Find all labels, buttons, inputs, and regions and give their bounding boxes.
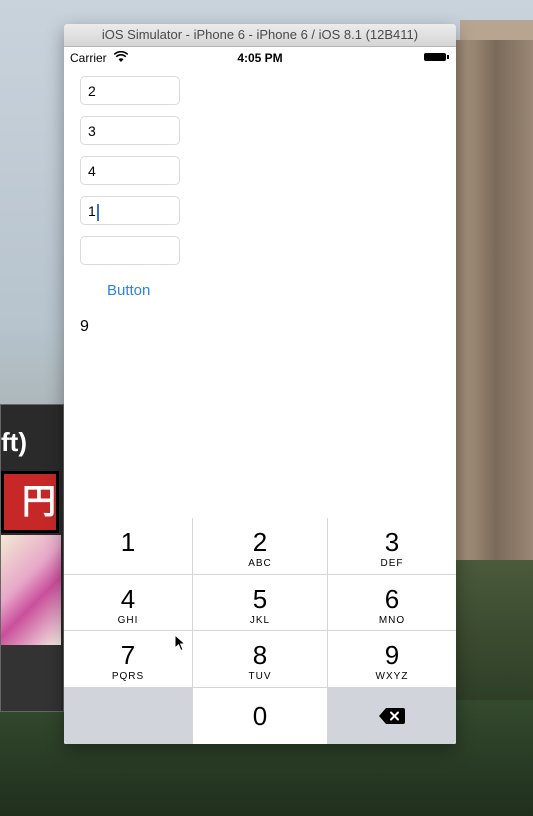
number-field-2-value: 3 (88, 123, 96, 139)
key-7-digit: 7 (120, 640, 136, 670)
delete-key[interactable] (328, 688, 456, 744)
number-keypad: 1 2 ABC 3 DEF 4 GHI 5 JKL 6 MNO 7 PQRS 8 (64, 518, 456, 744)
key-5-letters: JKL (249, 615, 271, 626)
key-5[interactable]: 5 JKL (193, 575, 328, 631)
background-window-text: ft) (1, 427, 27, 457)
key-8-letters: TUV (248, 671, 272, 682)
key-8[interactable]: 8 TUV (193, 631, 328, 688)
key-2-digit: 2 (252, 527, 268, 557)
key-0[interactable]: 0 (193, 688, 328, 744)
calculate-button[interactable]: Button (107, 282, 150, 299)
key-0-digit: 0 (252, 701, 268, 731)
backspace-icon (379, 708, 405, 724)
key-1[interactable]: 1 (64, 518, 193, 575)
key-1-digit: 1 (120, 527, 136, 557)
number-field-3[interactable]: 4 (80, 156, 180, 185)
number-field-4-value: 1 (88, 203, 96, 219)
key-9-letters: WXYZ (375, 671, 409, 682)
key-3-letters: DEF (380, 558, 404, 569)
key-6-digit: 6 (384, 584, 400, 614)
key-7-letters: PQRS (111, 671, 145, 682)
status-time: 4:05 PM (237, 51, 283, 65)
key-blank (64, 688, 193, 744)
result-label: 9 (80, 318, 89, 335)
background-window-sign: 円 (1, 471, 59, 533)
background-app-window[interactable]: ft) 円 (0, 404, 64, 712)
key-8-digit: 8 (252, 640, 268, 670)
battery-icon (424, 53, 449, 61)
key-3-digit: 3 (384, 527, 400, 557)
number-field-4[interactable]: 1 (80, 196, 180, 225)
number-field-3-value: 4 (88, 163, 96, 179)
key-4-digit: 4 (120, 584, 136, 614)
number-field-2[interactable]: 3 (80, 116, 180, 145)
key-6-letters: MNO (378, 615, 406, 626)
background-window-artwork (1, 535, 61, 645)
key-9[interactable]: 9 WXYZ (328, 631, 456, 688)
key-4-letters: GHI (117, 615, 139, 626)
text-caret (96, 203, 99, 221)
key-2[interactable]: 2 ABC (193, 518, 328, 575)
background-window-footer (1, 645, 61, 711)
key-4[interactable]: 4 GHI (64, 575, 193, 631)
ios-status-bar: Carrier 4:05 PM (64, 47, 456, 67)
key-2-letters: ABC (248, 558, 272, 569)
desktop-trees-right (456, 560, 533, 720)
key-6[interactable]: 6 MNO (328, 575, 456, 631)
key-5-digit: 5 (252, 584, 268, 614)
mouse-cursor-icon (174, 634, 186, 652)
key-3[interactable]: 3 DEF (328, 518, 456, 575)
number-field-1[interactable]: 2 (80, 76, 180, 105)
key-9-digit: 9 (384, 640, 400, 670)
number-field-1-value: 2 (88, 83, 96, 99)
ios-simulator-window[interactable]: iOS Simulator - iPhone 6 - iPhone 6 / iO… (64, 24, 456, 744)
number-field-5[interactable] (80, 236, 180, 265)
simulator-title-bar[interactable]: iOS Simulator - iPhone 6 - iPhone 6 / iO… (64, 24, 456, 47)
